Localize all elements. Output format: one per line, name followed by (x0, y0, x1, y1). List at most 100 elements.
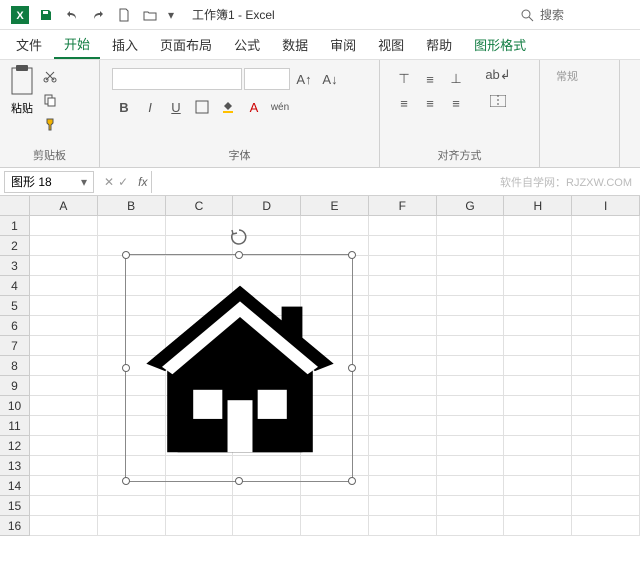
menu-help[interactable]: 帮助 (416, 31, 462, 58)
cell[interactable] (437, 316, 505, 336)
confirm-formula-icon[interactable]: ✓ (118, 175, 128, 189)
save-icon[interactable] (34, 3, 58, 27)
resize-handle-bm[interactable] (235, 477, 243, 485)
cell[interactable] (30, 376, 98, 396)
row-header[interactable]: 3 (0, 256, 30, 276)
cell[interactable] (30, 236, 98, 256)
cancel-formula-icon[interactable]: ✕ (104, 175, 114, 189)
cell[interactable] (369, 436, 437, 456)
col-header[interactable]: A (30, 196, 98, 216)
row-header[interactable]: 6 (0, 316, 30, 336)
cell[interactable] (572, 516, 640, 536)
cell[interactable] (437, 416, 505, 436)
cell[interactable] (369, 316, 437, 336)
cell[interactable] (437, 216, 505, 236)
bold-button[interactable]: B (112, 96, 136, 118)
cell[interactable] (166, 216, 234, 236)
cell[interactable] (572, 256, 640, 276)
border-icon[interactable] (190, 96, 214, 118)
cell[interactable] (572, 376, 640, 396)
resize-handle-br[interactable] (348, 477, 356, 485)
cell[interactable] (572, 316, 640, 336)
cell[interactable] (437, 456, 505, 476)
cell[interactable] (30, 436, 98, 456)
name-box[interactable]: 图形 18 ▾ (4, 171, 94, 193)
cell[interactable] (30, 256, 98, 276)
resize-handle-tr[interactable] (348, 251, 356, 259)
cell[interactable] (572, 476, 640, 496)
resize-handle-bl[interactable] (122, 477, 130, 485)
redo-icon[interactable] (86, 3, 110, 27)
cell[interactable] (369, 356, 437, 376)
cell[interactable] (166, 236, 234, 256)
row-header[interactable]: 4 (0, 276, 30, 296)
cell[interactable] (437, 336, 505, 356)
cell[interactable] (504, 216, 572, 236)
align-right-icon[interactable]: ≡ (444, 92, 468, 114)
cell[interactable] (30, 396, 98, 416)
cell[interactable] (504, 356, 572, 376)
select-all-corner[interactable] (0, 196, 30, 216)
undo-icon[interactable] (60, 3, 84, 27)
new-file-icon[interactable] (112, 3, 136, 27)
number-format-select[interactable]: 常规 (548, 64, 586, 88)
cell[interactable] (572, 276, 640, 296)
menu-insert[interactable]: 插入 (102, 31, 148, 58)
cell[interactable] (572, 356, 640, 376)
cell[interactable] (233, 516, 301, 536)
resize-handle-tl[interactable] (122, 251, 130, 259)
rotate-handle-icon[interactable] (229, 227, 249, 247)
increase-font-icon[interactable]: A↑ (292, 68, 316, 90)
cut-icon[interactable] (40, 66, 60, 86)
cell[interactable] (98, 216, 166, 236)
align-top-icon[interactable]: ⊤ (392, 68, 416, 90)
shape-selection-box[interactable] (125, 254, 353, 482)
row-header[interactable]: 15 (0, 496, 30, 516)
cell[interactable] (369, 496, 437, 516)
cell[interactable] (504, 236, 572, 256)
cell[interactable] (504, 276, 572, 296)
cell[interactable] (572, 496, 640, 516)
italic-button[interactable]: I (138, 96, 162, 118)
cell[interactable] (30, 316, 98, 336)
cell[interactable] (504, 316, 572, 336)
menu-review[interactable]: 审阅 (320, 31, 366, 58)
merge-cells-icon[interactable] (484, 90, 512, 112)
copy-icon[interactable] (40, 90, 60, 110)
menu-shape-format[interactable]: 图形格式 (464, 31, 536, 58)
row-header[interactable]: 11 (0, 416, 30, 436)
cell[interactable] (572, 236, 640, 256)
cell[interactable] (437, 256, 505, 276)
resize-handle-mr[interactable] (348, 364, 356, 372)
cell[interactable] (504, 256, 572, 276)
cell[interactable] (504, 396, 572, 416)
menu-home[interactable]: 开始 (54, 30, 100, 59)
cell[interactable] (369, 416, 437, 436)
row-header[interactable]: 13 (0, 456, 30, 476)
cell[interactable] (369, 276, 437, 296)
cell[interactable] (369, 376, 437, 396)
cell[interactable] (572, 396, 640, 416)
col-header[interactable]: C (166, 196, 234, 216)
qat-dropdown-icon[interactable]: ▾ (164, 3, 178, 27)
row-header[interactable]: 16 (0, 516, 30, 536)
cell[interactable] (504, 436, 572, 456)
house-shape-icon[interactable] (136, 265, 344, 473)
cell[interactable] (301, 496, 369, 516)
font-color-icon[interactable]: A (242, 96, 266, 118)
cell[interactable] (369, 216, 437, 236)
cell[interactable] (166, 516, 234, 536)
menu-layout[interactable]: 页面布局 (150, 31, 222, 58)
row-header[interactable]: 5 (0, 296, 30, 316)
row-header[interactable]: 1 (0, 216, 30, 236)
font-size-select[interactable] (244, 68, 290, 90)
fill-color-icon[interactable] (216, 96, 240, 118)
row-header[interactable]: 10 (0, 396, 30, 416)
col-header[interactable]: F (369, 196, 437, 216)
cell[interactable] (30, 356, 98, 376)
cell[interactable] (504, 496, 572, 516)
cell[interactable] (572, 456, 640, 476)
cell[interactable] (98, 496, 166, 516)
row-header[interactable]: 9 (0, 376, 30, 396)
font-family-select[interactable] (112, 68, 242, 90)
